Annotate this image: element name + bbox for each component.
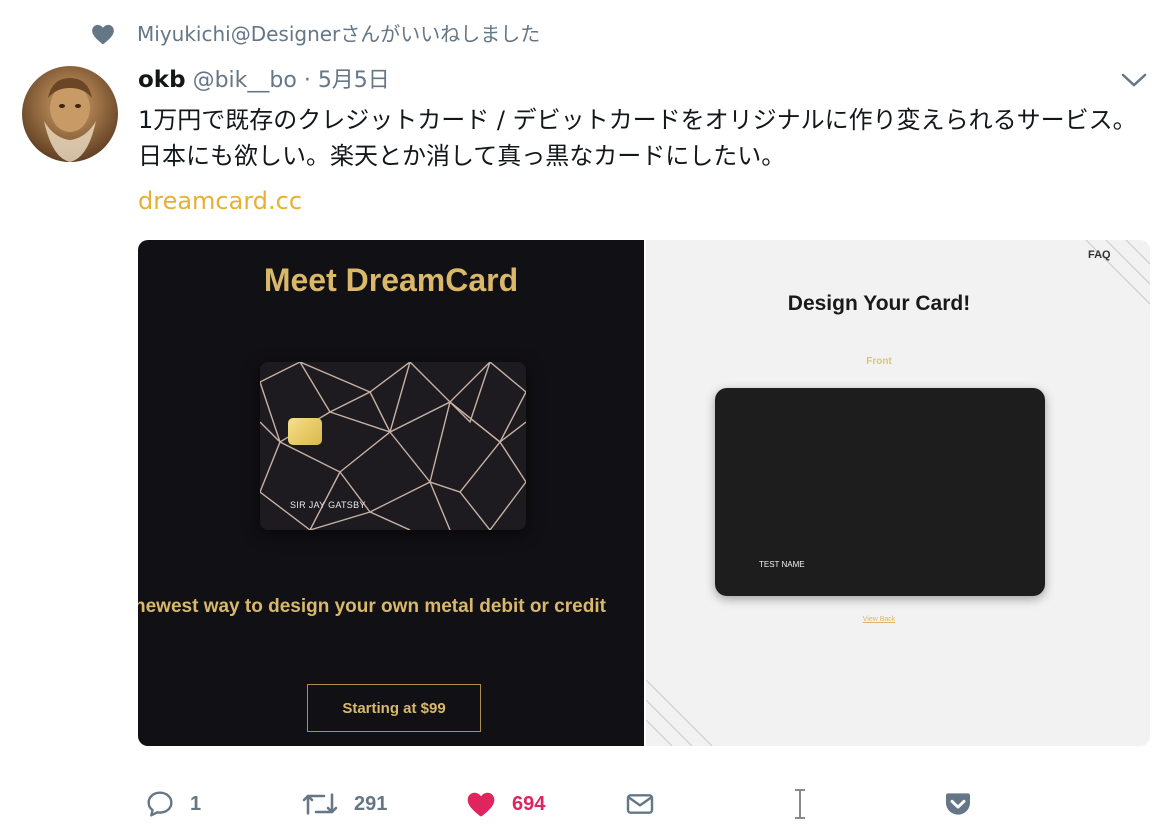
retweet-icon [302, 793, 338, 815]
reply-icon [147, 791, 173, 817]
text-cursor [790, 780, 810, 828]
avatar-portrait [44, 78, 96, 162]
avatar[interactable] [22, 66, 118, 162]
reply-button[interactable]: 1 [144, 780, 201, 828]
social-context-text: Miyukichi@Designerさんがいいねしました [137, 22, 541, 46]
tweet-header: okb @bik__bo · 5月5日 [138, 64, 390, 96]
heart-filled-icon [467, 792, 495, 817]
reply-count: 1 [190, 792, 202, 815]
dreamcard-tagline: newest way to design your own metal debi… [138, 596, 606, 617]
envelope-icon [626, 794, 654, 814]
design-title: Design Your Card! [787, 292, 971, 315]
card-holder-name: SIR JAY GATSBY [290, 500, 366, 510]
card-preview: TEST NAME [715, 388, 1045, 596]
media-image-right[interactable]: FAQ Design Your Card! Front TEST NAME Vi… [646, 240, 1150, 746]
pocket-button[interactable] [942, 780, 974, 828]
card-chip [288, 418, 322, 445]
starting-price-button[interactable]: Starting at $99 [307, 684, 481, 732]
chevron-down-icon[interactable] [1120, 70, 1148, 90]
tweet-actions: 1 291 694 [0, 780, 1174, 828]
retweet-button[interactable]: 291 [300, 780, 387, 828]
direct-message-button[interactable] [624, 780, 656, 828]
pocket-icon [946, 793, 970, 815]
heart-icon [92, 24, 114, 45]
like-count: 694 [512, 792, 546, 815]
card-side-label: Front [866, 356, 892, 367]
dreamcard-title: Meet DreamCard [263, 262, 519, 298]
tweet-text: 1万円で既存のクレジットカード / デビットカードをオリジナルに作り変えられるサ… [138, 106, 1137, 170]
like-button[interactable]: 694 [464, 780, 545, 828]
view-back-link[interactable]: View Back [646, 616, 1112, 623]
text-cursor-icon [795, 789, 805, 819]
metal-card-image: SIR JAY GATSBY [260, 362, 526, 530]
separator: · [303, 68, 311, 93]
media-image-left[interactable]: Meet DreamCard SIR JAY GATSBY newest way… [138, 240, 644, 746]
user-handle[interactable]: @bik__bo [193, 68, 297, 93]
faq-link[interactable]: FAQ [1088, 249, 1111, 261]
user-name[interactable]: okb [138, 67, 186, 93]
tweet-date[interactable]: 5月5日 [318, 68, 390, 93]
card-preview-name: TEST NAME [759, 560, 805, 569]
tweet-link[interactable]: dreamcard.cc [138, 186, 302, 216]
media-attachment[interactable]: Meet DreamCard SIR JAY GATSBY newest way… [138, 240, 1150, 746]
social-context: Miyukichi@Designerさんがいいねしました [90, 20, 540, 48]
retweet-count: 291 [354, 792, 388, 815]
